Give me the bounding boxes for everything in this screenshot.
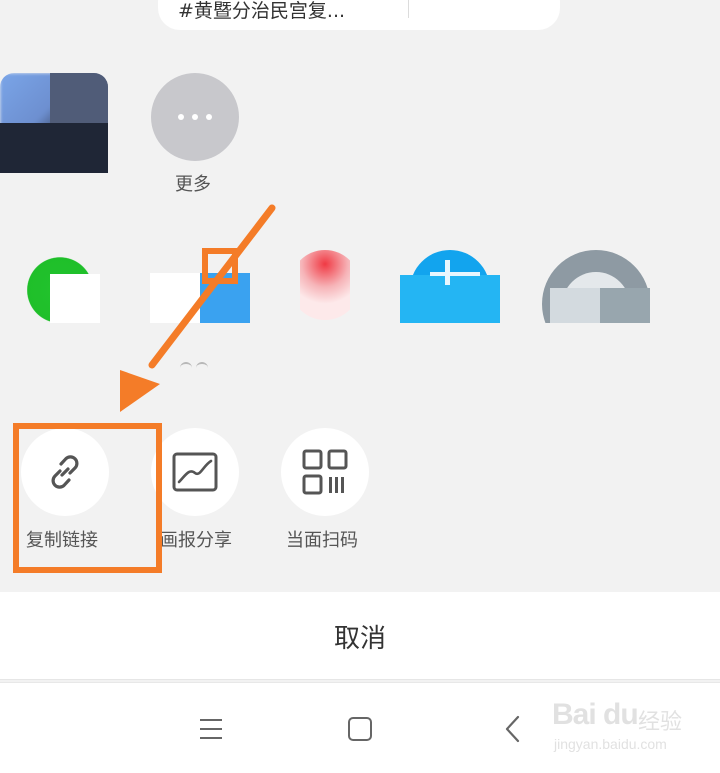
annotation-arrow xyxy=(120,204,276,412)
